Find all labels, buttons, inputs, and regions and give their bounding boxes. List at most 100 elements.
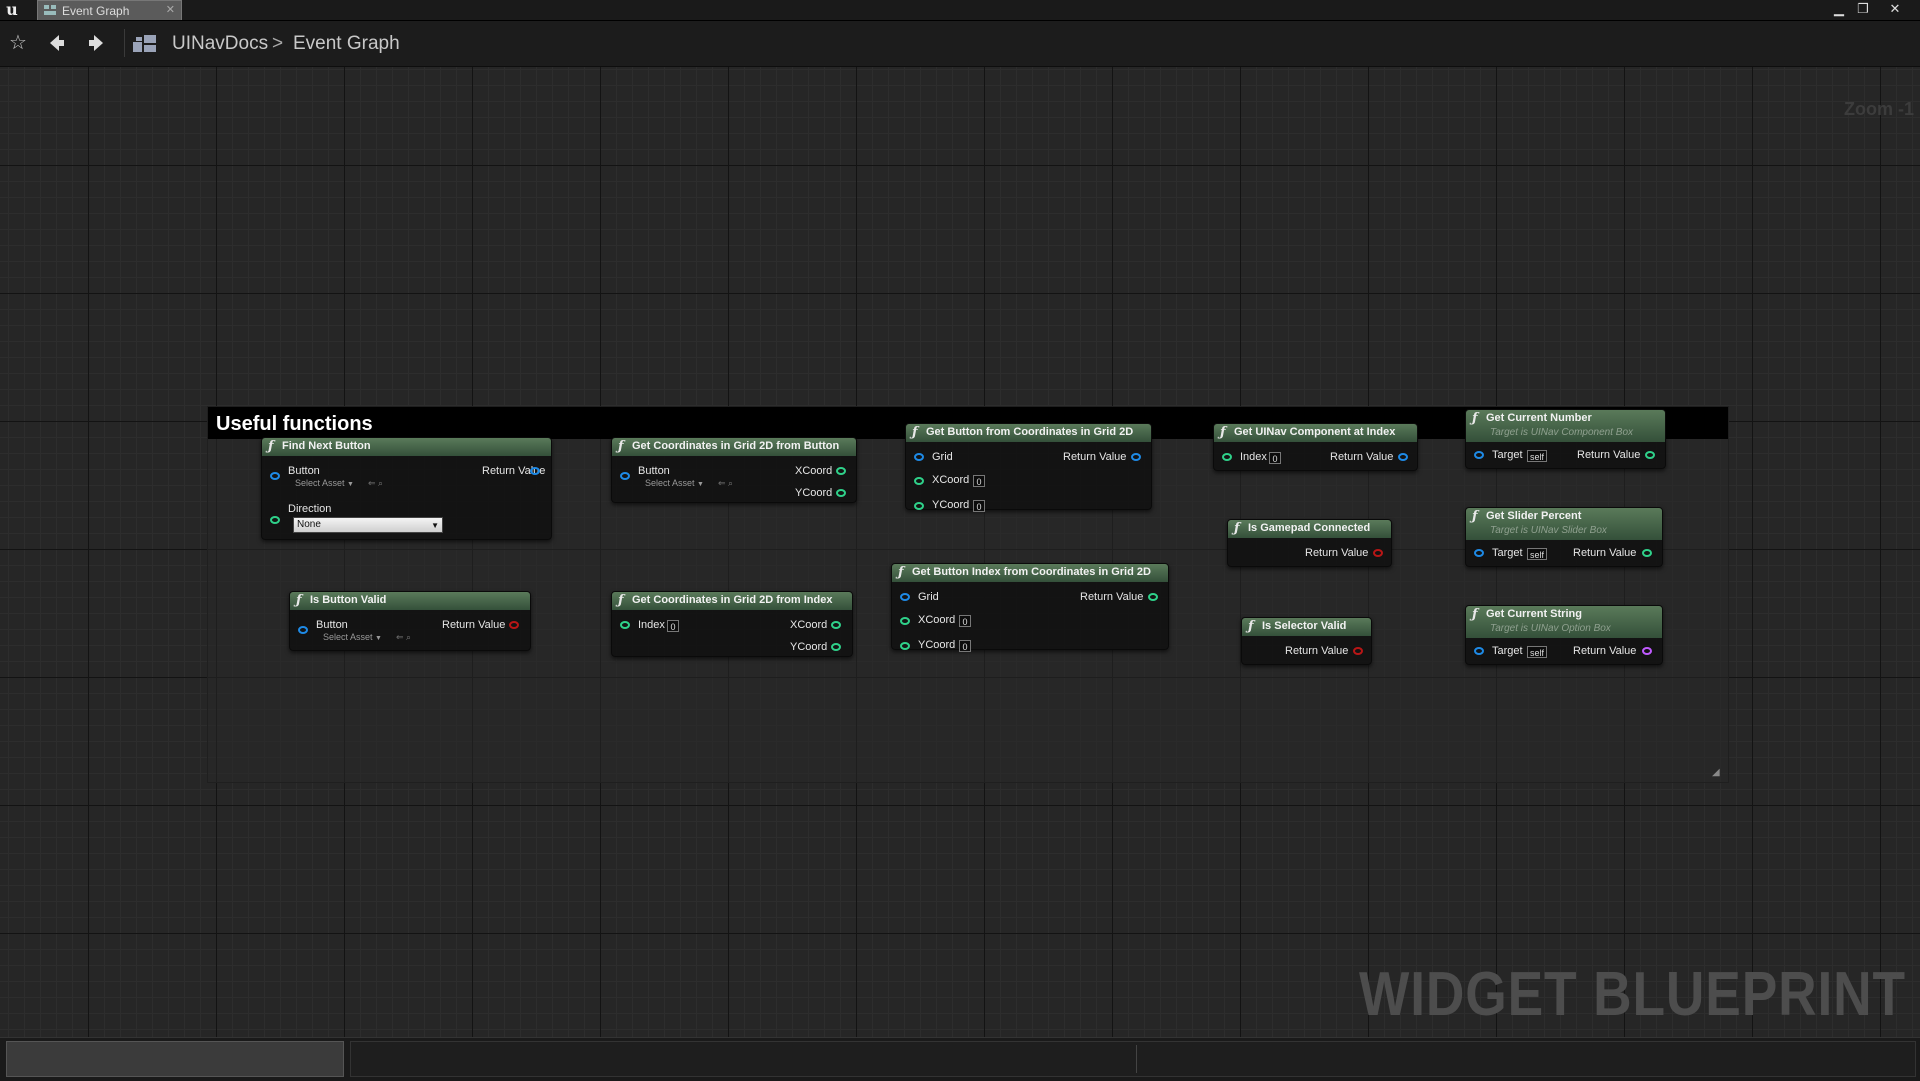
pin-label: Return Value: [1285, 645, 1349, 657]
node-coords-from-button[interactable]: ƒ Get Coordinates in Grid 2D from Button…: [611, 437, 857, 503]
node-title: Find Next Button: [282, 440, 371, 452]
minimize-button[interactable]: ▁: [1830, 1, 1848, 17]
node-subtitle: Target is UINav Option Box: [1490, 623, 1611, 634]
breadcrumb-uinavdocs[interactable]: UINavDocs: [172, 33, 268, 55]
input-pin-target[interactable]: [1474, 647, 1484, 655]
output-pin-return[interactable]: [1398, 453, 1408, 461]
target-value-box[interactable]: self: [1527, 548, 1548, 560]
output-pin-return[interactable]: [1645, 451, 1655, 459]
graph-tab-icon: [44, 5, 56, 15]
pin-label: Return Value: [442, 619, 506, 631]
node-header: ƒ Get Button from Coordinates in Grid 2D: [906, 424, 1151, 442]
node-header: ƒ Get Coordinates in Grid 2D from Index: [612, 592, 852, 610]
input-pin-button[interactable]: [270, 472, 280, 480]
resize-grip-icon[interactable]: ◢: [1712, 768, 1722, 778]
node-header: ƒ Get Current String Target is UINav Opt…: [1466, 606, 1662, 638]
tab-event-graph[interactable]: Event Graph ✕: [37, 0, 182, 20]
asset-picker-label: Select Asset: [323, 632, 373, 642]
close-window-button[interactable]: ✕: [1886, 1, 1904, 17]
input-pin-target[interactable]: [1474, 549, 1484, 557]
browse-asset-icon[interactable]: ⇐ ⌕: [368, 478, 383, 489]
node-get-current-string[interactable]: ƒ Get Current String Target is UINav Opt…: [1465, 605, 1663, 665]
status-bar: [0, 1037, 1920, 1081]
ycoord-value-box[interactable]: 0: [959, 640, 971, 652]
input-pin-xcoord[interactable]: [900, 617, 910, 625]
node-button-from-coords[interactable]: ƒ Get Button from Coordinates in Grid 2D…: [905, 423, 1152, 512]
node-coords-from-index[interactable]: ƒ Get Coordinates in Grid 2D from Index …: [611, 591, 853, 657]
output-pin-ycoord[interactable]: [836, 489, 846, 497]
graph-canvas[interactable]: Zoom -1 Useful functions ◢ ƒ Find Next B…: [0, 67, 1920, 1037]
input-pin-direction[interactable]: [270, 516, 280, 524]
forward-arrow-icon[interactable]: [84, 30, 110, 56]
pin-label: Grid: [918, 591, 939, 603]
input-pin-button[interactable]: [620, 472, 630, 480]
input-pin-index[interactable]: [1222, 453, 1232, 461]
breadcrumb-event-graph[interactable]: Event Graph: [293, 33, 400, 55]
node-find-next-button[interactable]: ƒ Find Next Button Button Select Asset ▼…: [261, 437, 552, 540]
output-pin-return[interactable]: [1373, 549, 1383, 557]
function-icon: ƒ: [1472, 607, 1478, 622]
xcoord-value-box[interactable]: 0: [973, 475, 985, 487]
toolbar-separator: [124, 29, 125, 57]
node-is-selector-valid[interactable]: ƒ Is Selector Valid Return Value: [1241, 617, 1372, 665]
browse-asset-icon[interactable]: ⇐ ⌕: [396, 632, 411, 643]
status-panel-left: [6, 1041, 344, 1077]
output-pin-xcoord[interactable]: [831, 621, 841, 629]
output-pin-ycoord[interactable]: [831, 643, 841, 651]
input-pin-grid[interactable]: [900, 593, 910, 601]
input-pin-grid[interactable]: [914, 453, 924, 461]
select-asset-dropdown[interactable]: Select Asset ▼: [323, 632, 382, 642]
restore-button[interactable]: ❐: [1854, 1, 1872, 17]
target-value-box[interactable]: self: [1527, 646, 1548, 658]
input-pin-index[interactable]: [620, 621, 630, 629]
pin-label: Return Value: [1573, 547, 1637, 559]
node-get-current-number[interactable]: ƒ Get Current Number Target is UINav Com…: [1465, 409, 1666, 469]
output-pin-return[interactable]: [1642, 647, 1652, 655]
pin-label: YCoord: [918, 639, 956, 651]
input-pin-ycoord[interactable]: [900, 642, 910, 650]
input-pin-xcoord[interactable]: [914, 477, 924, 485]
pin-label: Target: [1492, 645, 1523, 657]
node-component-at-index[interactable]: ƒ Get UINav Component at Index Index 0 R…: [1213, 423, 1418, 471]
output-pin-return[interactable]: [530, 467, 540, 475]
index-value-box[interactable]: 0: [667, 620, 679, 632]
node-is-button-valid[interactable]: ƒ Is Button Valid Button Select Asset ▼ …: [289, 591, 531, 651]
browse-asset-icon[interactable]: ⇐ ⌕: [718, 478, 733, 489]
output-pin-return[interactable]: [1131, 453, 1141, 461]
node-is-gamepad-connected[interactable]: ƒ Is Gamepad Connected Return Value: [1227, 519, 1392, 567]
input-pin-ycoord[interactable]: [914, 502, 924, 510]
back-arrow-icon[interactable]: [43, 30, 69, 56]
input-pin-target[interactable]: [1474, 451, 1484, 459]
index-value-box[interactable]: 0: [1269, 452, 1281, 464]
node-title: Is Selector Valid: [1262, 620, 1347, 632]
pin-label: Return Value: [1577, 449, 1641, 461]
select-asset-dropdown[interactable]: Select Asset ▼: [645, 478, 704, 488]
tab-close-icon[interactable]: ✕: [166, 3, 175, 16]
node-title: Get Slider Percent: [1486, 510, 1582, 522]
function-icon: ƒ: [1472, 411, 1478, 426]
asset-picker-label: Select Asset: [295, 478, 345, 488]
xcoord-value-box[interactable]: 0: [959, 615, 971, 627]
star-icon[interactable]: ☆: [5, 30, 31, 56]
node-title: Get Current Number: [1486, 412, 1592, 424]
input-pin-button[interactable]: [298, 626, 308, 634]
function-icon: ƒ: [296, 593, 302, 608]
pin-label: Button: [288, 465, 320, 477]
output-pin-return[interactable]: [1642, 549, 1652, 557]
ycoord-value-box[interactable]: 0: [973, 500, 985, 512]
target-value-box[interactable]: self: [1527, 450, 1548, 462]
output-pin-xcoord[interactable]: [836, 467, 846, 475]
pin-label: Return Value: [1063, 451, 1127, 463]
output-pin-return[interactable]: [1148, 593, 1158, 601]
node-index-from-coords[interactable]: ƒ Get Button Index from Coordinates in G…: [891, 563, 1169, 652]
node-header: ƒ Is Selector Valid: [1242, 618, 1371, 636]
node-title: Get UINav Component at Index: [1234, 426, 1396, 438]
pin-label: Target: [1492, 449, 1523, 461]
function-icon: ƒ: [618, 439, 624, 454]
output-pin-return[interactable]: [1353, 647, 1363, 655]
node-get-slider-percent[interactable]: ƒ Get Slider Percent Target is UINav Sli…: [1465, 507, 1663, 567]
node-header: ƒ Get Current Number Target is UINav Com…: [1466, 410, 1665, 442]
output-pin-return[interactable]: [509, 621, 519, 629]
select-asset-dropdown[interactable]: Select Asset ▼: [295, 478, 354, 488]
direction-dropdown[interactable]: None ▼: [293, 517, 443, 533]
